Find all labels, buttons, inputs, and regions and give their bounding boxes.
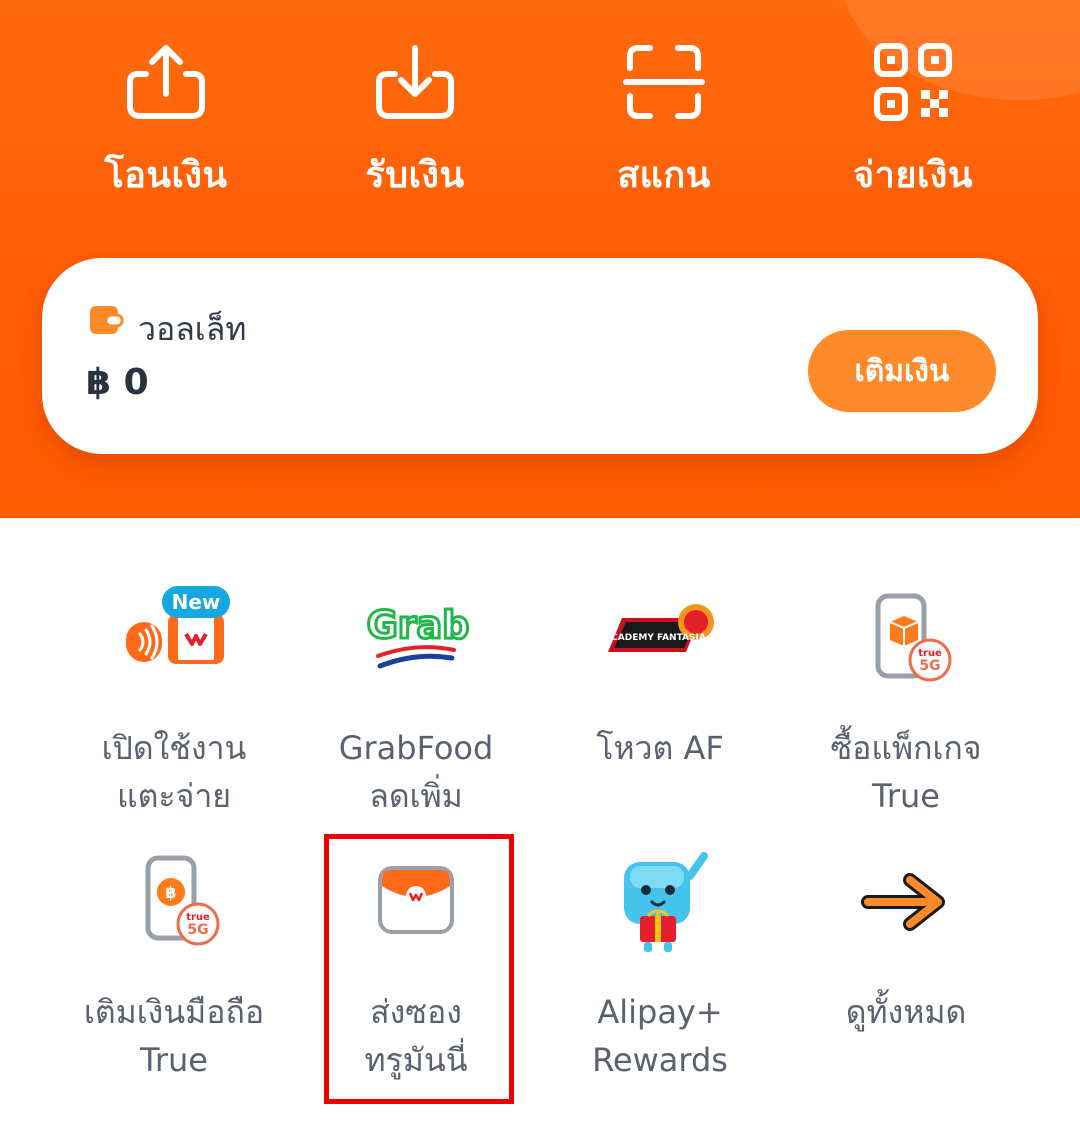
baht-symbol: ฿ xyxy=(165,883,176,902)
scan-label: สแกน xyxy=(617,155,711,196)
fiveg-badge-text: 5G xyxy=(187,922,208,938)
af-logo-text: ACADEMY FANTASIA xyxy=(604,633,706,643)
receive-icon xyxy=(376,45,454,119)
transfer-label: โอนเงิน xyxy=(104,155,228,196)
service-label-line1: โหวต AF xyxy=(596,729,724,767)
mobile-topup-icon: ฿ true 5G xyxy=(145,855,220,946)
arrow-right-icon xyxy=(861,873,945,931)
header-banner: โอนเงิน รับเงิน สแกน จ่ายเงิน วอลเล็ท ฿ … xyxy=(0,0,1080,518)
service-label-line2: True xyxy=(140,1041,208,1079)
service-label-line2: แตะจ่าย xyxy=(116,777,232,815)
highlight-box xyxy=(324,834,514,1104)
service-label-line1: GrabFood xyxy=(338,729,494,767)
wallet-balance: ฿ 0 xyxy=(86,362,149,403)
wallet-card[interactable]: วอลเล็ท ฿ 0 เติมเงิน xyxy=(42,258,1038,454)
service-label-line1: เปิดใช้งาน xyxy=(101,729,247,767)
service-label-line1: ซื้อแพ็กเกจ xyxy=(830,729,982,767)
service-vote-af[interactable]: ACADEMY FANTASIA โหวต AF xyxy=(540,582,780,772)
grab-logo-text: Grab xyxy=(367,603,470,647)
wallet-label: วอลเล็ท xyxy=(138,310,247,348)
service-label-line2: True xyxy=(872,777,940,815)
qr-code-icon xyxy=(874,43,952,121)
package-phone-icon: true 5G xyxy=(875,593,952,682)
service-alipay-rewards[interactable]: Alipay+ Rewards xyxy=(540,846,780,1084)
pay-button[interactable]: จ่ายเงิน xyxy=(813,40,1013,203)
grab-logo-icon: Grab xyxy=(365,602,471,669)
scan-icon xyxy=(623,45,705,119)
scan-button[interactable]: สแกน xyxy=(564,40,764,203)
service-label-line2: ลดเพิ่ม xyxy=(369,777,463,815)
send-icon xyxy=(127,45,205,119)
service-label-line1: เติมเงินมือถือ xyxy=(83,993,265,1031)
academy-fantasia-logo-icon: ACADEMY FANTASIA xyxy=(604,604,714,652)
alipay-rewards-mascot-icon xyxy=(624,852,708,952)
service-view-all[interactable]: ดูทั้งหมด xyxy=(786,846,1026,1036)
service-grabfood[interactable]: Grab GrabFood ลดเพิ่ม xyxy=(296,582,536,820)
service-mobile-topup[interactable]: ฿ true 5G เติมเงินมือถือ True xyxy=(54,846,294,1084)
service-label-line1: Alipay+ xyxy=(597,993,723,1031)
receive-button[interactable]: รับเงิน xyxy=(315,40,515,203)
pay-label: จ่ายเงิน xyxy=(853,155,973,196)
receive-label: รับเงิน xyxy=(365,155,465,196)
service-buy-package[interactable]: true 5G ซื้อแพ็กเกจ True xyxy=(786,582,1026,820)
service-tap-to-pay[interactable]: New เปิดใช้งาน แตะจ่าย xyxy=(54,582,294,820)
service-label-line1: ดูทั้งหมด xyxy=(845,993,967,1031)
wallet-icon xyxy=(90,306,124,334)
service-label-line2: Rewards xyxy=(592,1041,728,1079)
new-badge-text: New xyxy=(172,590,221,614)
transfer-button[interactable]: โอนเงิน xyxy=(66,40,266,203)
tap-to-pay-icon: New xyxy=(126,586,230,664)
topup-button[interactable]: เติมเงิน xyxy=(808,330,996,412)
fiveg-badge-text: 5G xyxy=(919,658,940,674)
